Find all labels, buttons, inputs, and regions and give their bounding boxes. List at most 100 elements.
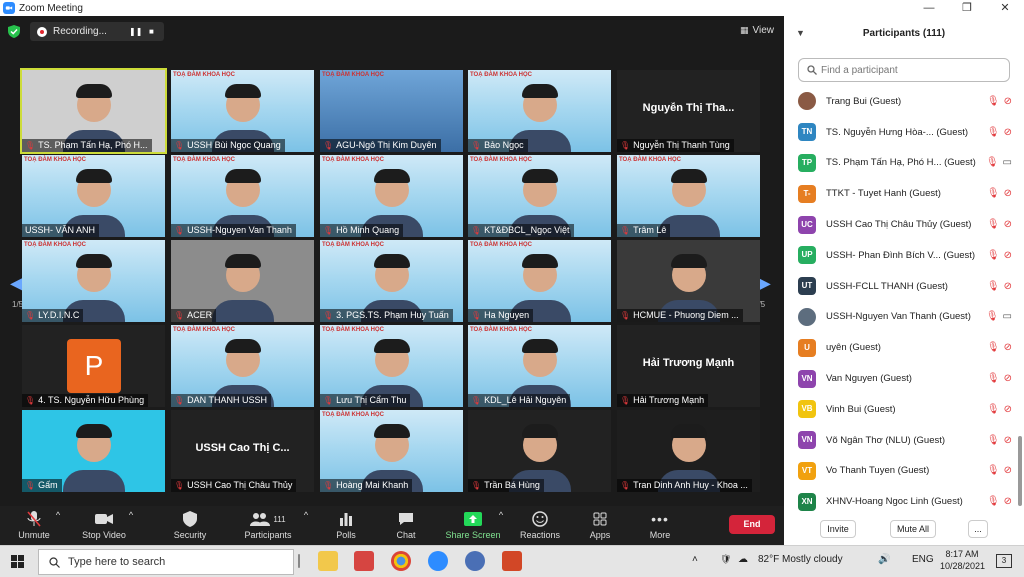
participant-row[interactable]: UC USSH Cao Thị Châu Thủy (Guest) 🎙 ⊘ <box>784 209 1016 240</box>
participant-row[interactable]: VN Van Nguyen (Guest) 🎙 ⊘ <box>784 363 1016 394</box>
video-off-icon: ⊘ <box>1003 496 1012 508</box>
tile-name-text: TS. Phạm Tấn Hạ, Phó H... <box>38 140 148 150</box>
video-options-caret-icon[interactable]: ^ <box>127 510 135 520</box>
encryption-shield-icon[interactable] <box>8 25 20 38</box>
taskbar-clock[interactable]: 8:17 AM 10/28/2021 <box>940 548 985 572</box>
video-tile[interactable]: Hải Trương Mạnh 🎙 Hải Trương Mạnh <box>617 325 760 407</box>
windows-start-icon[interactable] <box>11 555 24 568</box>
snipping-tool-icon[interactable] <box>354 551 374 571</box>
participant-name: TS. Nguyễn Hưng Hòa-... (Guest) <box>826 126 969 138</box>
video-tile[interactable]: 🎙 Gấm <box>22 410 165 492</box>
file-explorer-icon[interactable] <box>318 551 338 571</box>
participant-video <box>62 470 125 492</box>
video-tile[interactable]: TOẠ ĐÀM KHOA HỌC 🎙 Lưu Thị Cẩm Thu <box>320 325 463 407</box>
end-meeting-button[interactable]: End <box>729 515 775 534</box>
participant-video <box>224 169 261 183</box>
pause-recording-button[interactable]: ❚❚ <box>129 27 142 36</box>
apps-button[interactable]: Apps <box>570 510 630 540</box>
minimize-button[interactable]: — <box>910 0 948 16</box>
participant-row[interactable]: VT Vo Thanh Tuyen (Guest) 🎙 ⊘ <box>784 456 1016 487</box>
participant-row[interactable]: UT USSH-FCLL THANH (Guest) 🎙 ⊘ <box>784 271 1016 302</box>
participant-name: Vo Thanh Tuyen (Guest) <box>826 465 930 477</box>
avatar: UP <box>798 246 816 265</box>
task-view-icon[interactable] <box>298 554 300 568</box>
close-button[interactable]: ✕ <box>986 0 1024 16</box>
more-button[interactable]: ••• More <box>630 510 690 540</box>
participant-video <box>521 254 558 268</box>
volume-icon[interactable]: 🔊 <box>878 554 890 565</box>
video-tile[interactable]: 🎙 TS. Phạm Tấn Hạ, Phó H... <box>20 68 167 154</box>
video-tile[interactable]: TOẠ ĐÀM KHOA HỌC 🎙 LY.D.I.N.C <box>22 240 165 322</box>
reactions-label: Reactions <box>519 530 561 540</box>
share-screen-button[interactable]: Share Screen <box>443 510 503 540</box>
video-tile[interactable]: TOẠ ĐÀM KHOA HỌC 🎙 KT&ĐBCL_Ngọc Việt <box>468 155 611 237</box>
taskbar-search-input[interactable]: Type here to search <box>38 549 294 575</box>
video-tile[interactable]: 🎙 Tran Dinh Anh Huy - Khoa ... <box>617 410 760 492</box>
participant-row[interactable]: TN TS. Nguyễn Hưng Hòa-... (Guest) 🎙 ⊘ <box>784 117 1016 148</box>
video-tile[interactable]: TOẠ ĐÀM KHOA HỌC 🎙 KDL_Lê Hải Nguyên <box>468 325 611 407</box>
video-tile[interactable]: TOẠ ĐÀM KHOA HỌC 🎙 DAN THANH USSH <box>171 325 314 407</box>
audio-options-caret-icon[interactable]: ^ <box>54 510 62 520</box>
reactions-button[interactable]: Reactions <box>510 510 570 540</box>
restore-button[interactable]: ❐ <box>948 0 986 16</box>
video-tile[interactable]: P 🎙 4. TS. Nguyễn Hữu Phùng <box>22 325 165 407</box>
video-tile[interactable]: TOẠ ĐÀM KHOA HỌC 🎙 USSH Bùi Ngọc Quang <box>171 70 314 152</box>
stop-recording-button[interactable]: ■ <box>149 27 154 36</box>
participant-list-scrollbar[interactable] <box>1018 436 1022 506</box>
security-button[interactable]: Security <box>160 510 220 540</box>
defender-tray-icon[interactable]: 🛡 <box>720 554 731 565</box>
notifications-icon[interactable]: 3 <box>996 554 1012 568</box>
invite-button[interactable]: Invite <box>820 520 856 538</box>
video-tile[interactable]: 🎙 Trần Bá Hùng <box>468 410 611 492</box>
panel-more-button[interactable]: ... <box>968 520 988 538</box>
participant-search-input[interactable]: Find a participant <box>798 58 1010 82</box>
video-tile[interactable]: USSH Cao Thị C... 🎙 USSH Cao Thị Châu Thủy <box>171 410 314 492</box>
view-button[interactable]: ▦ View <box>740 25 774 36</box>
mute-all-button[interactable]: Mute All <box>890 520 936 538</box>
participant-row[interactable]: XN XHNV-Hoang Ngoc Linh (Guest) 🎙 ⊘ <box>784 486 1016 517</box>
participants-button[interactable]: 111 Participants <box>238 510 298 540</box>
video-tile[interactable]: TOẠ ĐÀM KHOA HỌC 🎙 Bảo Ngọc <box>468 70 611 152</box>
video-tile[interactable]: TOẠ ĐÀM KHOA HỌC 🎙 3. PGS.TS. Phạm Huy Tuấ… <box>320 240 463 322</box>
video-tile[interactable]: TOẠ ĐÀM KHOA HỌC 🎙 Hoàng Mai Khanh <box>320 410 463 492</box>
participant-row[interactable]: TP TS. Phạm Tấn Hạ, Phó H... (Guest) 🎙 ▭ <box>784 148 1016 179</box>
video-tile[interactable]: 🎙 HCMUE - Phuong Diem ... <box>617 240 760 322</box>
tile-name-text: 3. PGS.TS. Phạm Huy Tuấn <box>336 310 449 320</box>
video-tile[interactable]: Nguyễn Thị Tha... 🎙 Nguyễn Thị Thanh Tùng <box>617 70 760 152</box>
stop-video-button[interactable]: Stop Video <box>74 510 134 540</box>
powerpoint-icon[interactable] <box>502 551 522 571</box>
slide-banner: TOẠ ĐÀM KHOA HỌC <box>322 157 384 163</box>
participant-name: Vinh Bui (Guest) <box>826 403 896 415</box>
participant-row[interactable]: Trang Bui (Guest) 🎙 ⊘ <box>784 86 1016 117</box>
video-tile[interactable]: TOẠ ĐÀM KHOA HỌC 🎙 USSH-Nguyen Van Thanh <box>171 155 314 237</box>
participant-row[interactable]: T- TTKT - Tuyet Hanh (Guest) 🎙 ⊘ <box>784 178 1016 209</box>
participant-row[interactable]: Uuyên (Guest) 🎙 ⊘ <box>784 332 1016 363</box>
messaging-app-icon[interactable] <box>465 551 485 571</box>
chevron-up-tray-icon[interactable]: ˄ <box>692 554 698 565</box>
video-tile[interactable]: TOẠ ĐÀM KHOA HỌC 🎙 Ha Nguyen <box>468 240 611 322</box>
video-on-icon: ▭ <box>1002 311 1012 323</box>
chrome-icon[interactable] <box>391 551 411 571</box>
participant-search-placeholder: Find a participant <box>821 64 898 76</box>
video-tile[interactable]: TOẠ ĐÀM KHOA HỌC 🎙 Trâm Lê <box>617 155 760 237</box>
weather-text[interactable]: 82°F Mostly cloudy <box>758 554 843 565</box>
video-tile[interactable]: TOẠ ĐÀM KHOA HỌC 🎙 Hồ Minh Quang <box>320 155 463 237</box>
participants-options-caret-icon[interactable]: ^ <box>302 510 310 520</box>
slide-banner: TOẠ ĐÀM KHOA HỌC <box>470 242 532 248</box>
chat-button[interactable]: Chat <box>376 510 436 540</box>
participant-video <box>521 169 558 183</box>
zoom-taskbar-icon[interactable] <box>428 551 448 571</box>
participant-row[interactable]: VB Vinh Bui (Guest) 🎙 ⊘ <box>784 394 1016 425</box>
video-tile[interactable]: TOẠ ĐÀM KHOA HỌC 🎙 AGU-Ngô Thị Kim Duyên <box>320 70 463 152</box>
participant-video <box>75 169 112 183</box>
tile-name-label: 🎙 Hoàng Mai Khanh <box>320 479 413 492</box>
share-options-caret-icon[interactable]: ^ <box>497 510 505 520</box>
video-tile[interactable]: TOẠ ĐÀM KHOA HỌC USSH- VÂN ANH <box>22 155 165 237</box>
video-camera-icon <box>95 514 113 524</box>
participant-row[interactable]: UP USSH- Phan Đình Bích V... (Guest) 🎙 ⊘ <box>784 240 1016 271</box>
participant-row[interactable]: VN Võ Ngân Thơ (NLU) (Guest) 🎙 ⊘ <box>784 425 1016 456</box>
participant-row[interactable]: USSH-Nguyen Van Thanh (Guest) 🎙 ▭ <box>784 302 1016 333</box>
polls-button[interactable]: Polls <box>316 510 376 540</box>
language-indicator[interactable]: ENG <box>912 554 934 565</box>
video-tile[interactable]: 🎙 ACER <box>171 240 314 322</box>
